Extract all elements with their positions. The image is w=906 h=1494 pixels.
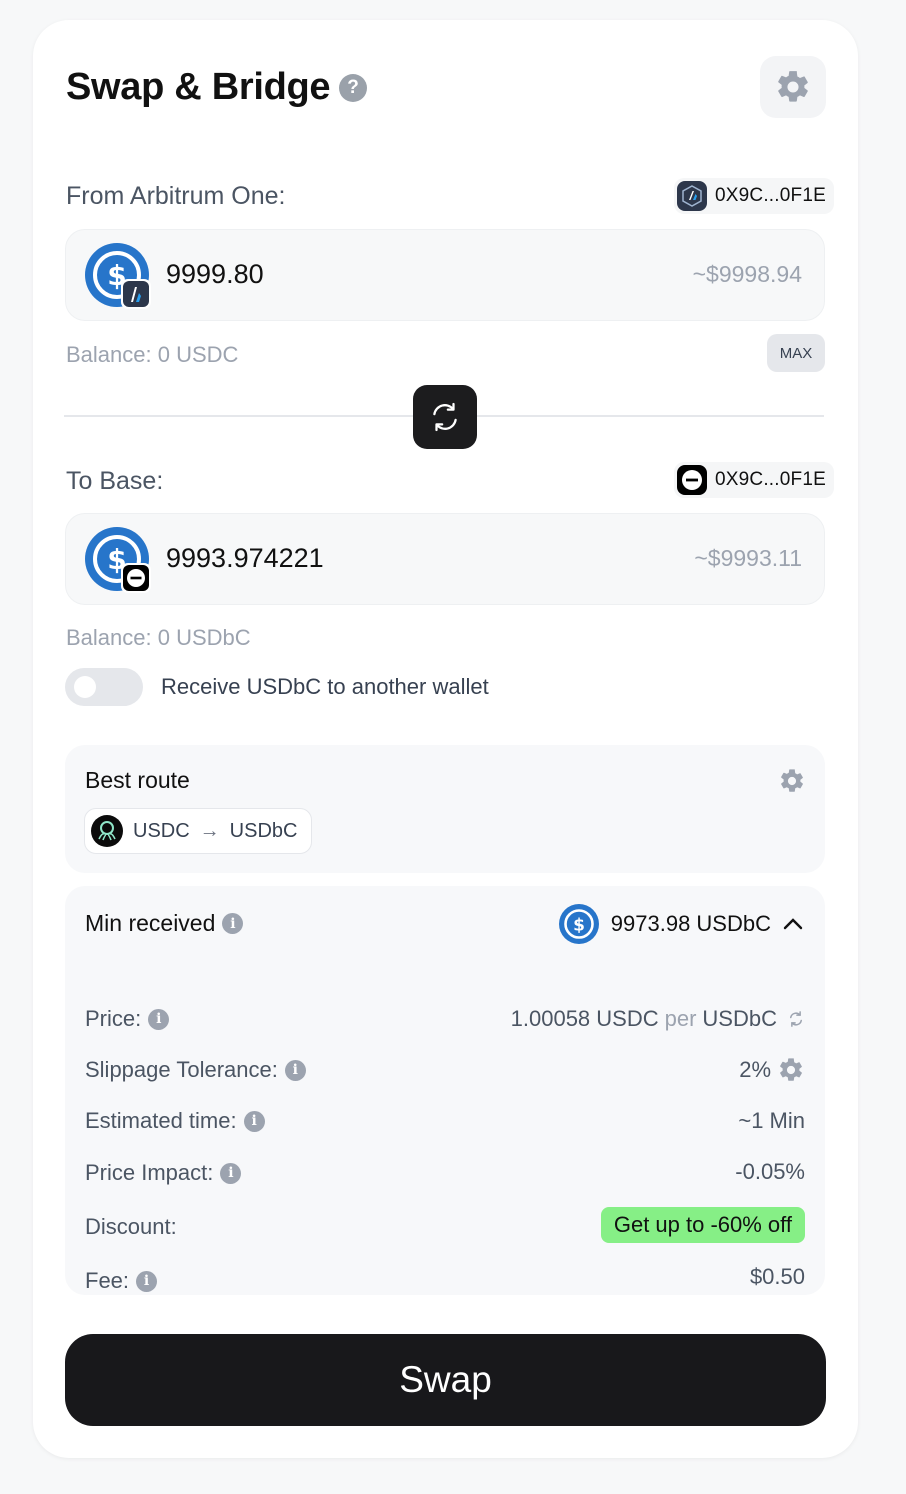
swap-button[interactable]: Swap <box>65 1334 826 1426</box>
to-chain-label: To Base: <box>66 467 164 495</box>
price-label: Price: <box>85 1006 142 1031</box>
price-quote: USDbC <box>702 1006 777 1031</box>
slippage-label: Slippage Tolerance: <box>85 1057 278 1082</box>
settings-button[interactable] <box>760 56 826 118</box>
help-icon[interactable]: ? <box>339 74 367 102</box>
usdc-icon: $ <box>85 527 151 593</box>
page-title: Swap & Bridge <box>66 66 331 108</box>
route-to-token: USDbC <box>229 819 298 842</box>
discount-badge[interactable]: Get up to -60% off <box>600 1207 805 1243</box>
from-balance: Balance: 0 USDC <box>66 342 239 367</box>
discount-label: Discount: <box>85 1214 177 1239</box>
info-icon[interactable]: i <box>243 1110 265 1132</box>
min-received-label: Min received <box>85 910 216 936</box>
discount-value-group: Get up to -60% off <box>600 1207 805 1243</box>
slippage-row: Slippage Tolerance: i <box>85 1057 306 1083</box>
slippage-value: 2% <box>739 1057 771 1082</box>
swap-bridge-card: Swap & Bridge ? From Arbitrum One: 0X9C.… <box>33 20 858 1458</box>
fee-label: Fee: <box>85 1268 130 1293</box>
toggle-knob <box>74 676 96 698</box>
usdbc-token-logo: $ <box>85 527 151 593</box>
min-received-row: Min received i <box>85 910 244 937</box>
arbitrum-icon <box>677 181 707 211</box>
best-route-title: Best route <box>85 767 190 793</box>
info-icon[interactable]: i <box>284 1059 306 1081</box>
usdc-icon: $ <box>558 904 599 944</box>
time-row: Estimated time: i <box>85 1108 265 1134</box>
gear-icon[interactable] <box>777 1056 805 1084</box>
impact-row: Price Impact: i <box>85 1160 242 1186</box>
swap-arrows-icon <box>433 402 457 432</box>
price-per: per <box>664 1006 697 1031</box>
gear-icon <box>778 71 808 102</box>
to-balance: Balance: 0 USDbC <box>66 625 251 650</box>
aggregator-icon <box>91 815 123 847</box>
time-value: ~1 Min <box>738 1108 805 1133</box>
impact-value: -0.05% <box>735 1159 805 1184</box>
to-amount-box: $ 9993.974221 ~$9993.11 <box>65 513 825 605</box>
info-icon[interactable]: i <box>148 1008 170 1030</box>
recipient-toggle[interactable] <box>65 668 143 706</box>
to-usd-value: ~$9993.11 <box>694 545 802 571</box>
price-amount: 1.00058 USDC <box>510 1006 659 1031</box>
usdc-token-logo: $ <box>85 243 151 309</box>
from-usd-value: ~$9998.94 <box>692 261 802 287</box>
recipient-toggle-label: Receive USDbC to another wallet <box>161 674 489 699</box>
refresh-icon[interactable] <box>787 1010 805 1028</box>
route-chip[interactable]: USDC → USDbC <box>84 808 313 854</box>
to-wallet-chip[interactable]: 0X9C...0F1E <box>674 462 834 498</box>
info-icon[interactable]: i <box>220 1162 242 1184</box>
fee-row: Fee: i <box>85 1268 158 1294</box>
price-row: Price: i <box>85 1006 170 1032</box>
switch-direction-button[interactable] <box>413 385 477 449</box>
from-chain-label: From Arbitrum One: <box>66 182 286 210</box>
base-icon <box>677 465 707 495</box>
to-amount: 9993.974221 <box>166 543 324 573</box>
fee-value: $0.50 <box>749 1264 805 1289</box>
route-from-token: USDC <box>133 819 190 842</box>
chevron-up-icon[interactable] <box>781 912 805 936</box>
from-amount-input[interactable]: 9999.80 <box>166 259 264 290</box>
to-wallet-address: 0X9C...0F1E <box>715 469 826 490</box>
min-received-value-group[interactable]: $ 9973.98 USDbC <box>558 904 805 944</box>
from-amount-box[interactable]: $ 9999.80 ~$9998.94 <box>65 229 825 321</box>
svg-text:$: $ <box>573 916 585 936</box>
gear-icon[interactable] <box>778 767 806 795</box>
discount-row: Discount: <box>85 1214 177 1240</box>
slippage-value-group[interactable]: 2% <box>739 1056 805 1084</box>
route-arrow: → <box>199 819 220 842</box>
best-route-panel: Best route USDC → USDbC <box>65 745 825 873</box>
max-button[interactable]: MAX <box>767 334 825 372</box>
min-received-value: 9973.98 USDbC <box>610 911 771 936</box>
details-panel: Min received i $ 9973.98 USDbC Price: i … <box>65 886 825 1295</box>
impact-label: Price Impact: <box>85 1160 214 1185</box>
info-icon[interactable]: i <box>136 1270 158 1292</box>
price-value-group: 1.00058 USDC per USDbC <box>511 1006 805 1032</box>
usdc-icon: $ <box>85 243 151 309</box>
from-wallet-chip[interactable]: 0X9C...0F1E <box>674 178 834 214</box>
info-icon[interactable]: i <box>222 913 244 934</box>
time-label: Estimated time: <box>85 1108 237 1133</box>
from-wallet-address: 0X9C...0F1E <box>715 185 826 206</box>
